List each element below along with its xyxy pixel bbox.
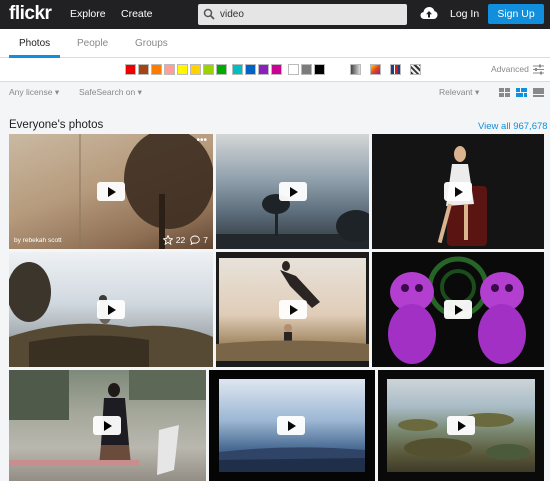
- play-icon[interactable]: [97, 300, 125, 319]
- chevron-down-icon: ▾: [137, 87, 142, 97]
- search-input[interactable]: [220, 7, 400, 22]
- more-icon[interactable]: •••: [196, 135, 207, 146]
- color-swatch-pink[interactable]: [164, 64, 175, 75]
- play-icon[interactable]: [97, 182, 125, 201]
- flickr-logo[interactable]: flickr: [9, 3, 52, 25]
- color-swatch-yellow[interactable]: [177, 64, 188, 75]
- login-link[interactable]: Log In: [450, 8, 479, 20]
- advanced-settings-icon[interactable]: [533, 64, 544, 75]
- comment-count: 7: [203, 235, 208, 245]
- style-shallow-depth[interactable]: [370, 64, 381, 75]
- photo-tile[interactable]: [372, 252, 544, 367]
- nav-explore[interactable]: Explore: [70, 8, 106, 20]
- photo-author[interactable]: by rebekah scott: [14, 237, 62, 244]
- tab-groups[interactable]: Groups: [135, 38, 168, 49]
- photo-tile[interactable]: [9, 252, 213, 367]
- color-swatch-green[interactable]: [216, 64, 227, 75]
- advanced-link[interactable]: Advanced: [491, 64, 529, 74]
- star-icon[interactable]: [162, 235, 173, 245]
- photo-tile[interactable]: [209, 370, 375, 481]
- license-dropdown[interactable]: Any license ▾: [9, 87, 59, 98]
- color-swatch-gray[interactable]: [301, 64, 312, 75]
- search-tabs: Photos People Groups: [0, 29, 550, 58]
- detail-view-icon[interactable]: [533, 88, 544, 97]
- photo-stats: 22 7: [162, 235, 208, 245]
- color-swatch-gold[interactable]: [190, 64, 201, 75]
- view-all-link[interactable]: View all 967,678: [478, 121, 548, 132]
- justified-view-icon[interactable]: [516, 88, 527, 97]
- play-icon[interactable]: [279, 300, 307, 319]
- color-swatch-purple[interactable]: [258, 64, 269, 75]
- search-icon: [203, 8, 215, 20]
- color-swatch-lime[interactable]: [203, 64, 214, 75]
- upload-cloud-icon[interactable]: [420, 6, 438, 20]
- comment-icon[interactable]: [190, 235, 201, 245]
- filter-dropdown-row: Any license ▾ SafeSearch on ▾ Relevant ▾: [0, 81, 550, 102]
- color-filter-bar: Advanced: [0, 58, 550, 81]
- color-swatch-red[interactable]: [125, 64, 136, 75]
- color-swatch-white[interactable]: [288, 64, 299, 75]
- color-swatch-brown[interactable]: [138, 64, 149, 75]
- style-patterns[interactable]: [410, 64, 421, 75]
- top-bar: flickr Explore Create Log In Sign Up: [0, 0, 550, 29]
- chevron-down-icon: ▾: [54, 87, 60, 97]
- photo-tile[interactable]: [9, 370, 206, 481]
- tab-photos[interactable]: Photos: [19, 38, 50, 49]
- color-swatch-teal[interactable]: [232, 64, 243, 75]
- sort-label: Relevant: [439, 87, 473, 97]
- section-title: Everyone's photos: [9, 119, 104, 131]
- photo-tile[interactable]: [216, 252, 369, 367]
- play-icon[interactable]: [447, 416, 475, 435]
- color-swatch-magenta[interactable]: [271, 64, 282, 75]
- safesearch-label: SafeSearch on: [79, 87, 136, 97]
- signup-button[interactable]: Sign Up: [488, 4, 544, 24]
- color-swatch-black[interactable]: [314, 64, 325, 75]
- play-icon[interactable]: [277, 416, 305, 435]
- sort-dropdown[interactable]: Relevant ▾: [439, 87, 479, 98]
- color-swatch-orange[interactable]: [151, 64, 162, 75]
- fave-count: 22: [175, 235, 186, 245]
- style-black-white[interactable]: [350, 64, 361, 75]
- search-box[interactable]: [198, 4, 407, 25]
- style-minimalist[interactable]: [390, 64, 401, 75]
- play-icon[interactable]: [93, 416, 121, 435]
- play-icon[interactable]: [279, 182, 307, 201]
- nav-create[interactable]: Create: [121, 8, 153, 20]
- color-swatch-blue[interactable]: [245, 64, 256, 75]
- play-icon[interactable]: [444, 300, 472, 319]
- photo-tile[interactable]: ••• by rebekah scott 22 7: [9, 134, 213, 249]
- photo-tile[interactable]: [372, 134, 544, 249]
- license-label: Any license: [9, 87, 53, 97]
- photo-tile[interactable]: [216, 134, 369, 249]
- photo-tile[interactable]: [378, 370, 544, 481]
- play-icon[interactable]: [444, 182, 472, 201]
- safesearch-dropdown[interactable]: SafeSearch on ▾: [79, 87, 142, 98]
- grid-view-icon[interactable]: [499, 88, 510, 97]
- tab-people[interactable]: People: [77, 38, 108, 49]
- chevron-down-icon: ▾: [474, 87, 480, 97]
